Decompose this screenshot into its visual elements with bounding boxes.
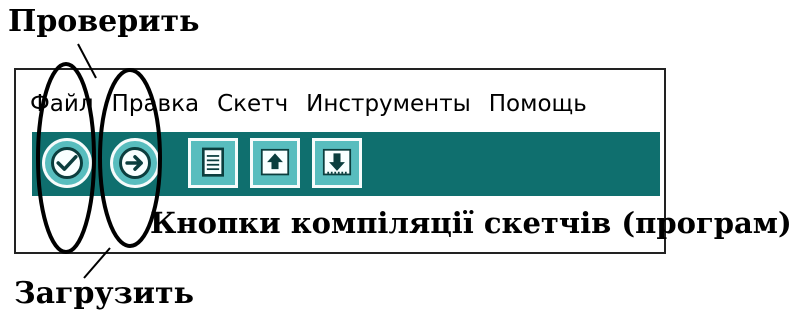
check-icon	[56, 155, 78, 171]
arrow-up-icon	[260, 148, 290, 176]
menu-item-file[interactable]: Файл	[30, 91, 94, 117]
menu-item-help[interactable]: Помощь	[489, 91, 587, 117]
upload-callout-label: Загрузить	[14, 276, 194, 311]
compile-buttons-callout-label: Кнопки компіляції скетчів (програм)	[150, 206, 792, 240]
menu-bar: Файл Правка Скетч Инструменты Помощь	[30, 86, 587, 122]
document-icon	[202, 147, 224, 177]
toolbar	[32, 132, 660, 196]
upload-button[interactable]	[110, 138, 160, 188]
menu-item-sketch[interactable]: Скетч	[217, 91, 288, 117]
menu-item-tools[interactable]: Инструменты	[306, 91, 471, 117]
menu-item-edit[interactable]: Правка	[112, 91, 200, 117]
open-sketch-button[interactable]	[250, 138, 300, 188]
arrow-down-icon	[322, 148, 352, 176]
arrow-right-icon	[125, 155, 143, 171]
save-sketch-button[interactable]	[312, 138, 362, 188]
verify-callout-label: Проверить	[8, 4, 200, 39]
verify-button[interactable]	[42, 138, 92, 188]
new-sketch-button[interactable]	[188, 138, 238, 188]
